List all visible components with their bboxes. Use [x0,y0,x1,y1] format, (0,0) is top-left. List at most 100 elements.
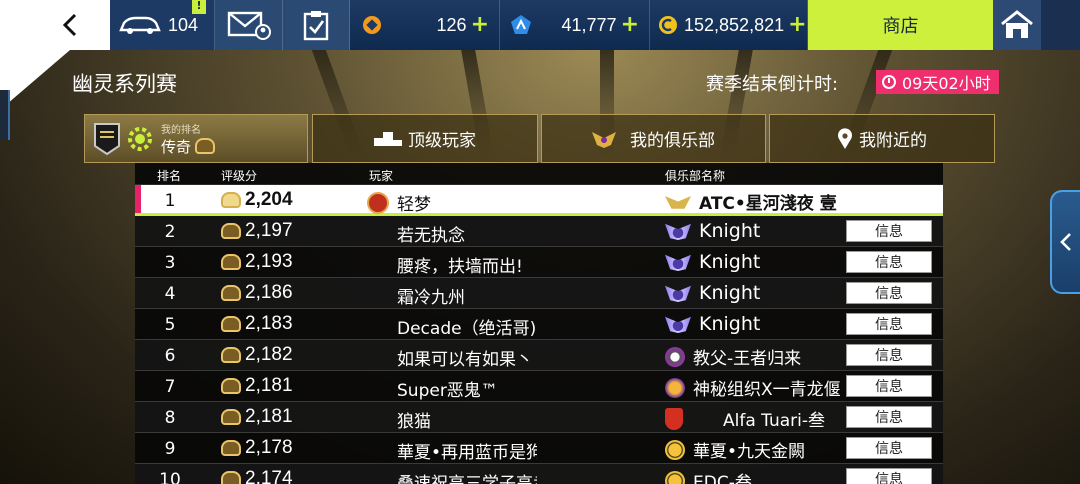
table-row[interactable]: 6 2,182 如果可以有如果丶 教父-王者归来 信息 [135,340,943,371]
add-token-a-icon[interactable]: + [471,14,489,36]
club-emblem-icon [665,470,685,484]
club-emblem-icon [665,254,691,271]
player-cell[interactable]: 叠速祝高三学子高考顺利 [397,469,537,484]
score-cell: 2,178 [221,437,293,459]
notification-badge: ! [192,0,206,14]
score-cell: 2,193 [221,251,293,273]
table-row[interactable]: 3 2,193 腰疼，扶墙而出! Knight 信息 [135,247,943,278]
page-title: 幽灵系列赛 [72,72,177,96]
player-cell[interactable]: 華夏•再用蓝币是狗 [397,438,537,463]
info-button[interactable]: 信息 [846,437,932,459]
side-panel-toggle[interactable] [1050,190,1080,294]
countdown-badge: 09天02小时 [876,70,999,94]
shop-button[interactable]: 商店 [808,0,993,50]
tab-nearby[interactable]: 我附近的 [769,114,995,163]
rating-helmet-icon [221,471,241,484]
table-row[interactable]: 4 2,186 霜冷九州 Knight 信息 [135,278,943,309]
score-cell: 2,197 [221,220,293,242]
rating-helmet-icon [221,440,241,456]
token-orange-icon [363,16,381,34]
info-button[interactable]: 信息 [846,251,932,273]
rank-cell: 2 [164,222,176,242]
score-cell: 2,182 [221,344,293,366]
chevron-left-icon [62,13,77,37]
countdown-label: 赛季结束倒计时: [706,74,839,95]
token-blue-icon [511,15,531,34]
table-row[interactable]: 9 2,178 華夏•再用蓝币是狗 華夏•九天金闕 信息 [135,433,943,464]
club-cell[interactable]: Knight [665,251,840,273]
club-emblem-icon [665,407,683,430]
left-edge-tab[interactable] [0,90,10,140]
credits-value: 152,852,821 [684,14,785,35]
my-rank-value: 传奇 [161,137,192,156]
table-row[interactable]: 10 2,174 叠速祝高三学子高考顺利 EDC-叁 信息 [135,464,943,484]
club-cell[interactable]: ATC•星河淺夜 壹 [665,189,840,214]
legend-gear-icon [128,126,152,151]
table-row[interactable]: 5 2,183 Decade（绝活哥) Knight 信息 [135,309,943,340]
info-button[interactable]: 信息 [846,344,932,366]
chevron-left-icon [1060,233,1071,251]
table-body: 1 2,204 轻梦 ATC•星河淺夜 壹 2 2,197 若无执念 Knigh… [135,185,943,484]
credits-coin-icon [659,16,677,34]
token-b-counter[interactable]: 41,777 + [500,0,650,50]
player-cell[interactable]: 如果可以有如果丶 [397,345,537,370]
tasks-button[interactable] [283,0,350,50]
mail-button[interactable] [215,0,283,50]
player-cell[interactable]: Super恶鬼™ [397,376,537,401]
info-button[interactable]: 信息 [846,220,932,242]
club-emblem-icon [665,377,685,398]
rating-helmet-icon [221,378,241,394]
info-button[interactable]: 信息 [846,282,932,304]
table-row[interactable]: 7 2,181 Super恶鬼™ 神秘组织X一青龙偃 信息 [135,371,943,402]
header-score: 评级分 [221,169,258,183]
player-cell[interactable]: 腰疼，扶墙而出! [397,252,537,277]
tab-my-rank[interactable]: 我的排名 传奇 [84,114,308,163]
rank-cell: 6 [164,346,176,366]
garage-button[interactable]: 104 ! [110,0,215,50]
car-count: 104 [168,14,199,35]
score-cell: 2,204 [221,189,293,211]
token-b-value: 41,777 [561,14,617,35]
rating-helmet-icon [221,409,241,425]
rank-helmet-icon [195,138,216,154]
token-a-counter[interactable]: 126 + [350,0,500,50]
score-cell: 2,181 [221,375,293,397]
add-credits-icon[interactable]: + [788,14,806,36]
rank-cell: 10 [159,470,181,484]
score-cell: 2,186 [221,282,293,304]
rank-cell: 5 [164,315,176,335]
club-cell[interactable]: EDC-叁 [665,468,840,484]
back-button[interactable] [52,8,88,42]
player-avatar [367,191,389,214]
club-cell[interactable]: 教父-王者归来 [665,344,840,369]
player-cell[interactable]: Decade（绝活哥) [397,314,537,339]
mail-icon [227,11,271,40]
club-cell[interactable]: Knight [665,220,840,242]
podium-icon [374,131,402,146]
info-button[interactable]: 信息 [846,313,932,335]
player-cell[interactable]: 霜冷九州 [397,283,537,308]
table-row[interactable]: 8 2,181 狼猫 Alfa Tuari-叁 信息 [135,402,943,433]
info-button[interactable]: 信息 [846,406,932,428]
rank-cell: 9 [164,439,176,459]
info-button[interactable]: 信息 [846,375,932,397]
table-row[interactable]: 1 2,204 轻梦 ATC•星河淺夜 壹 [135,185,943,216]
credits-counter[interactable]: 152,852,821 + [650,0,808,50]
club-cell[interactable]: Alfa Tuari-叁 [665,406,840,431]
club-cell[interactable]: Knight [665,313,840,335]
home-button[interactable] [993,0,1041,50]
player-cell[interactable]: 若无执念 [397,221,537,246]
player-cell[interactable]: 轻梦 [367,190,507,215]
player-cell[interactable]: 狼猫 [397,407,537,432]
club-cell[interactable]: 華夏•九天金闕 [665,437,840,462]
club-cell[interactable]: Knight [665,282,840,304]
add-token-b-icon[interactable]: + [621,14,639,36]
info-button[interactable]: 信息 [846,468,932,484]
tab-top-players[interactable]: 顶级玩家 [312,114,538,163]
home-icon [1001,10,1033,38]
tab-my-club[interactable]: 我的俱乐部 [541,114,766,163]
rank-cell: 4 [164,284,176,304]
club-cell[interactable]: 神秘组织X一青龙偃 [665,375,840,400]
table-row[interactable]: 2 2,197 若无执念 Knight 信息 [135,216,943,247]
tab-nearby-label: 我附近的 [859,131,927,151]
